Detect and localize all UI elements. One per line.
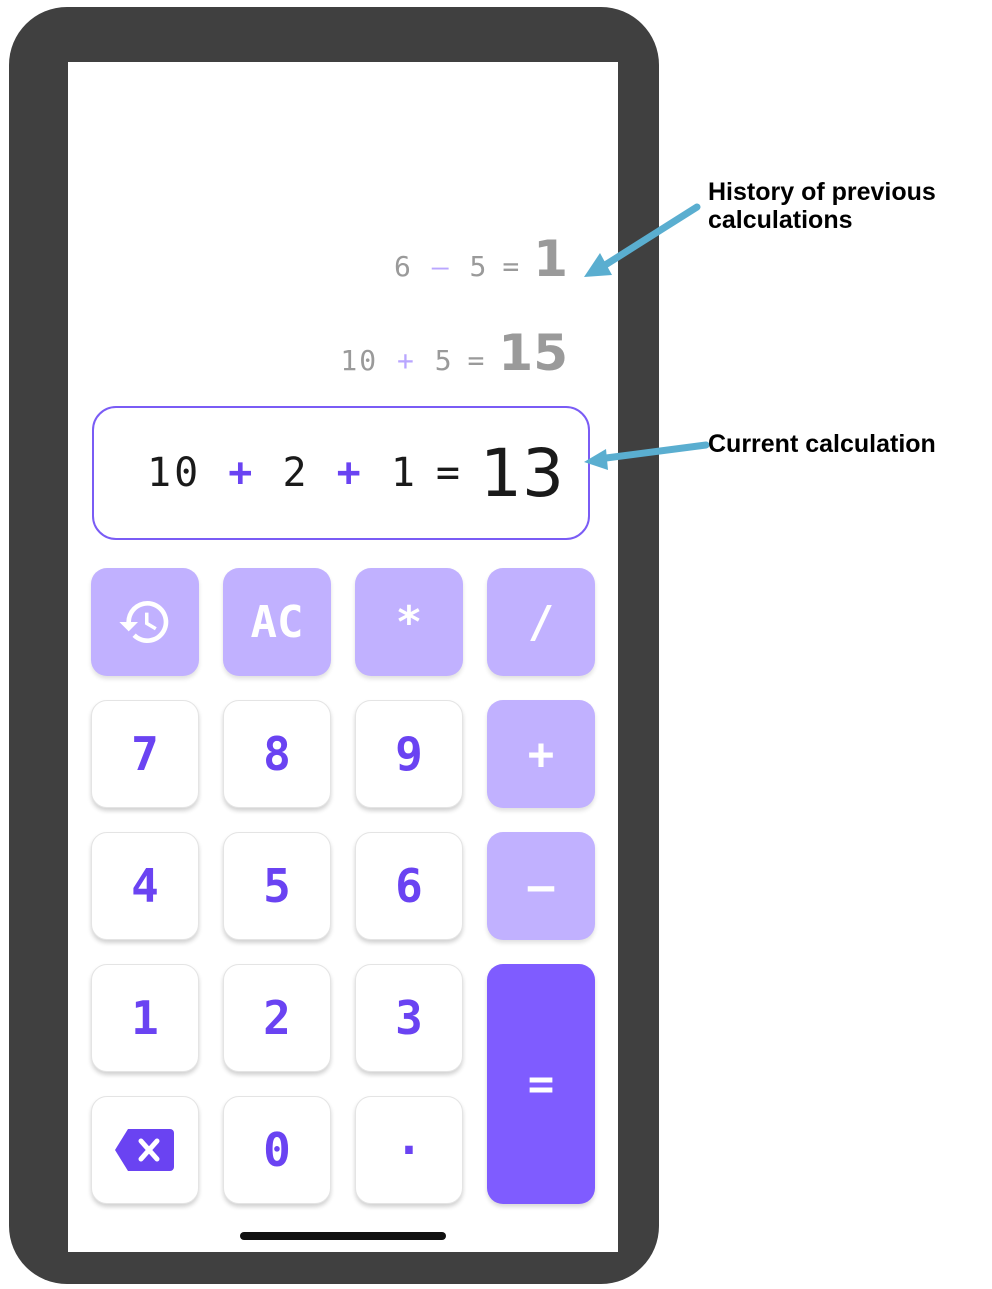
history-arrow-line [598,203,701,271]
current-arrow-head [584,449,608,470]
history-annotation-label: History of previous calculations [708,178,936,234]
current-arrow-line [602,441,710,462]
current-annotation-label: Current calculation [708,430,936,458]
